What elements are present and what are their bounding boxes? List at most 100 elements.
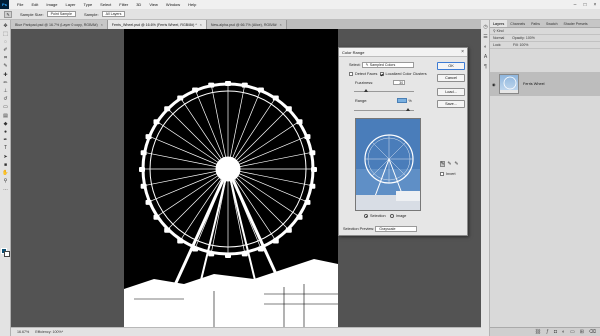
selection-preview-select[interactable]: Grayscale [375, 226, 418, 232]
range-slider[interactable] [354, 108, 414, 111]
load-button[interactable]: Load... [437, 88, 465, 96]
menu-file[interactable]: File [17, 2, 23, 7]
pen-tool-icon[interactable]: ✒ [1, 138, 10, 144]
slider-thumb[interactable] [364, 89, 368, 92]
dodge-tool-icon[interactable]: ● [1, 129, 10, 135]
selection-radio-label: Selection [370, 214, 386, 218]
clone-stamp-tool-icon[interactable]: ⊥ [1, 89, 10, 95]
sample-size-select[interactable]: Point Sample [46, 11, 76, 17]
tab-swatch[interactable]: Swatch [543, 20, 560, 27]
eyedropper-icon[interactable]: ✎ [440, 161, 445, 167]
fuzziness-input[interactable]: 30 [393, 80, 406, 85]
eyedropper-tool-preset-icon[interactable]: ✎ [4, 10, 12, 18]
shape-tool-icon[interactable]: ■ [1, 162, 10, 168]
sample-select[interactable]: All Layers [101, 11, 126, 17]
menu-window[interactable]: Window [166, 2, 180, 7]
layer-name[interactable]: Ferris Wheel [523, 82, 545, 86]
blend-mode-select[interactable]: Normal [493, 36, 504, 40]
menu-select[interactable]: Select [100, 2, 111, 7]
menu-3d[interactable]: 3D [136, 2, 141, 7]
tab-shader-presets[interactable]: Shader Presets [561, 20, 591, 27]
opacity-control[interactable]: Opacity: 100% [512, 36, 535, 40]
tab-layers[interactable]: Layers [490, 20, 508, 27]
eraser-tool-icon[interactable]: ▭ [1, 105, 10, 111]
adjustment-layer-icon[interactable]: ◐ [562, 329, 565, 335]
quick-select-tool-icon[interactable]: ✐ [1, 48, 10, 54]
move-tool-icon[interactable]: ✥ [1, 23, 10, 29]
range-input[interactable] [397, 98, 408, 103]
zoom-level[interactable]: 16.67% [17, 330, 29, 334]
menu-filter[interactable]: Filter [119, 2, 128, 7]
healing-brush-tool-icon[interactable]: ✚ [1, 72, 10, 78]
menu-edit[interactable]: Edit [31, 2, 38, 7]
menu-help[interactable]: Help [188, 2, 196, 7]
character-icon[interactable]: A [482, 54, 489, 60]
tab-paths[interactable]: Paths [528, 20, 543, 27]
visibility-eye-icon[interactable]: ◉ [492, 82, 497, 87]
document-info[interactable]: Efficiency: 100%* [35, 330, 63, 334]
gradient-tool-icon[interactable]: ▤ [1, 113, 10, 119]
close-icon[interactable]: × [200, 23, 202, 27]
more-tools-icon[interactable]: … [1, 187, 10, 193]
properties-icon[interactable]: ☰ [482, 34, 489, 40]
image-radio[interactable] [389, 214, 394, 218]
mask-icon[interactable]: ◘ [554, 329, 557, 335]
hand-tool-icon[interactable]: ✋ [1, 170, 10, 176]
invert-label: Invert [446, 172, 456, 176]
lasso-tool-icon[interactable]: ◌ [1, 39, 10, 45]
layer-item[interactable]: ◉ Ferris Wheel [490, 72, 600, 96]
type-tool-icon[interactable]: T [1, 146, 10, 152]
zoom-tool-icon[interactable]: ⚲ [1, 179, 10, 185]
tab-channels[interactable]: Channels [507, 20, 528, 27]
close-icon[interactable]: × [461, 49, 464, 55]
kind-filter-select[interactable]: Kind [497, 29, 504, 33]
history-brush-tool-icon[interactable]: ↺ [1, 97, 10, 103]
marquee-tool-icon[interactable]: ⬚ [1, 31, 10, 37]
eyedropper-plus-icon[interactable]: ✎ [447, 161, 452, 167]
new-layer-icon[interactable]: ⊞ [580, 329, 584, 335]
menu-type[interactable]: Type [84, 2, 93, 7]
paragraph-icon[interactable]: ¶ [482, 64, 489, 70]
slider-thumb[interactable] [406, 108, 410, 111]
adjustments-icon[interactable]: ◐ [482, 44, 489, 50]
menu-image[interactable]: Image [46, 2, 57, 7]
detect-faces-label: Detect Faces [355, 72, 378, 76]
tab-blue-parkpad[interactable]: Blue Parkpad.psd @ 16.7% (Layer 0 copy, … [11, 20, 108, 29]
options-row: Detect Faces Localized Color Clusters [349, 72, 427, 76]
fill-control[interactable]: Fill: 100% [513, 43, 528, 47]
brush-tool-icon[interactable]: ✏ [1, 80, 10, 86]
detect-faces-checkbox[interactable] [349, 72, 353, 76]
invert-checkbox[interactable] [440, 172, 444, 176]
minimize-icon[interactable]: – [570, 0, 580, 9]
close-icon[interactable]: × [590, 0, 600, 9]
close-icon[interactable]: × [101, 23, 103, 27]
path-select-tool-icon[interactable]: ➤ [1, 154, 10, 160]
sample-label: Sample: [83, 11, 99, 17]
fx-icon[interactable]: ƒ [546, 329, 549, 335]
select-dropdown[interactable]: ✎ Sampled Colors [361, 62, 414, 68]
history-icon[interactable]: ◷ [482, 24, 489, 30]
save-button[interactable]: Save... [437, 100, 465, 108]
crop-tool-icon[interactable]: ⌗ [1, 56, 10, 62]
panel-tabs: Layers Channels Paths Swatch Shader Pres… [490, 20, 600, 28]
ok-button[interactable]: OK [437, 62, 465, 70]
eyedropper-tool-icon[interactable]: ✎ [1, 64, 10, 70]
tab-new-alpha[interactable]: New-alpha.psd @ 66.7% (Alice), RGB/8# × [206, 20, 287, 29]
fuzziness-slider[interactable] [354, 89, 414, 92]
cancel-button[interactable]: Cancel [437, 74, 465, 82]
menu-layer[interactable]: Layer [65, 2, 75, 7]
selection-preview-image[interactable] [355, 118, 421, 211]
localized-clusters-checkbox[interactable] [379, 72, 384, 76]
background-color-swatch[interactable] [4, 251, 10, 257]
maximize-icon[interactable]: □ [580, 0, 590, 9]
eyedropper-minus-icon[interactable]: ✎ [454, 161, 459, 167]
tab-ferris-wheel[interactable]: Ferris_Wheel.psd @ 16.6% (Ferris Wheel, … [107, 20, 207, 29]
blur-tool-icon[interactable]: ◆ [1, 121, 10, 127]
document-canvas[interactable] [124, 29, 338, 329]
folder-icon[interactable]: ▭ [570, 329, 575, 335]
menu-view[interactable]: View [149, 2, 158, 7]
close-icon[interactable]: × [280, 23, 282, 27]
trash-icon[interactable]: ⌫ [589, 329, 596, 335]
link-layers-icon[interactable]: ⛓ [535, 329, 541, 335]
selection-radio[interactable] [364, 214, 368, 218]
